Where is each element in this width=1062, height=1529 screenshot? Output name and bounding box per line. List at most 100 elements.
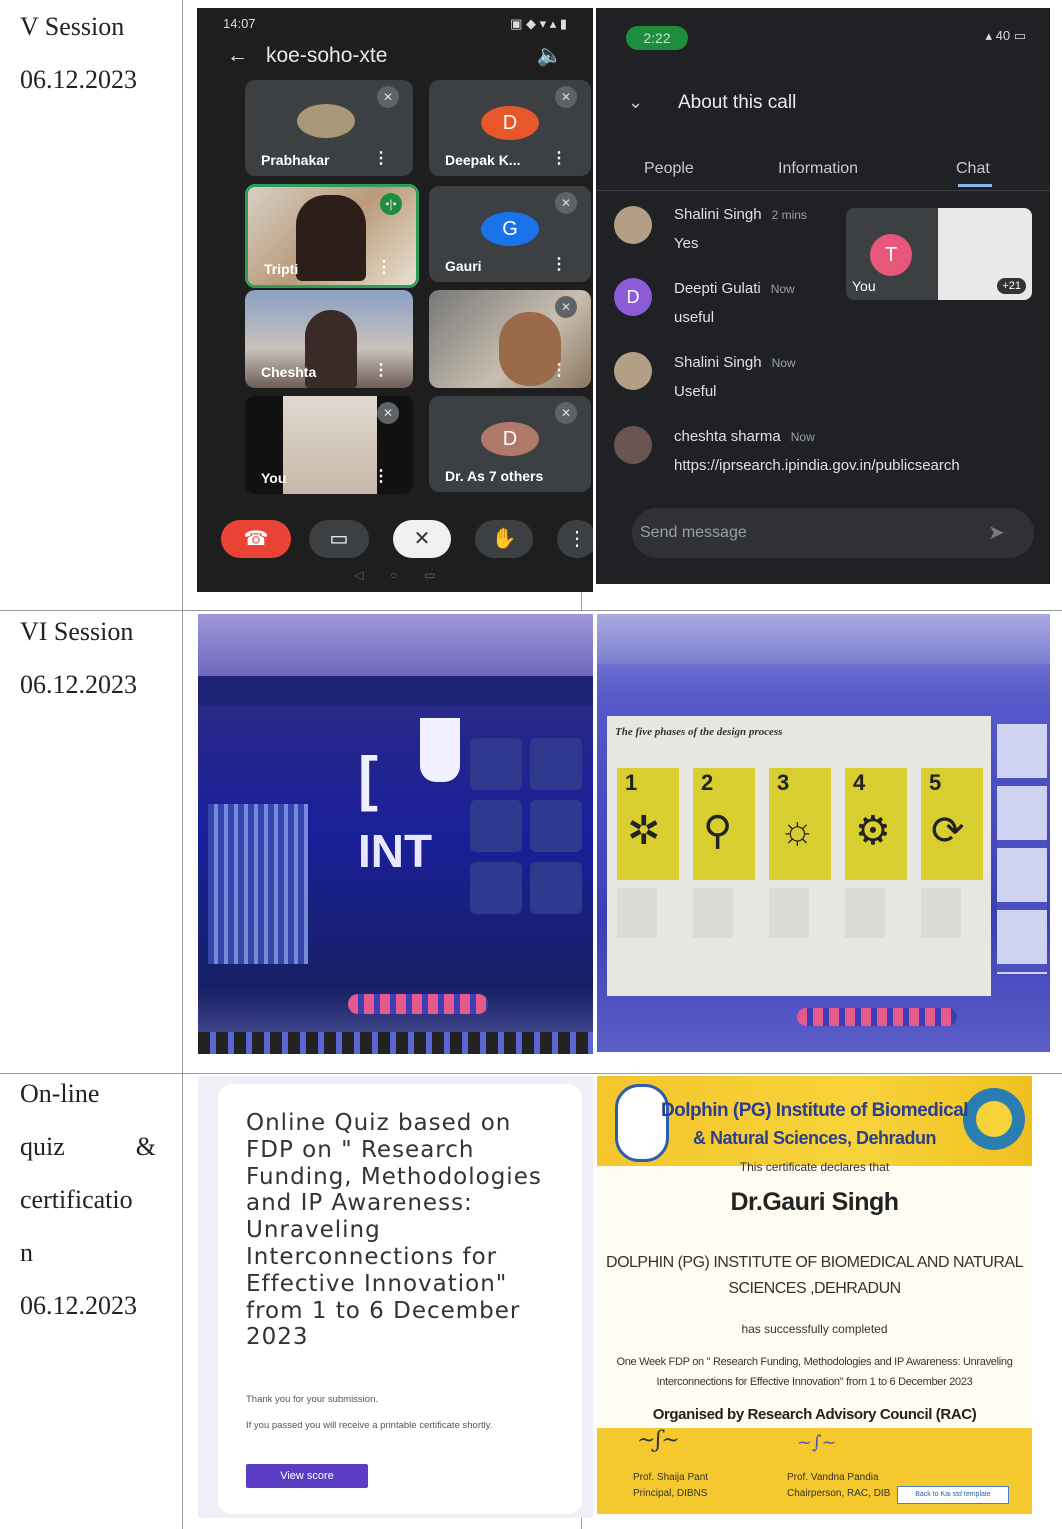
participant-name: Tripti [264,261,299,277]
slide-title: The five phases of the design process [615,726,783,738]
participant-tile[interactable]: Cheshta ⋮ [245,290,413,388]
institute-name: Dolphin (PG) Institute of Biomedical [660,1100,969,1121]
browser-toolbar [597,614,1050,664]
more-options-icon: ⋮ [373,150,389,167]
self-label: You [852,278,876,294]
phase-card: 4 ⚙ [845,768,907,880]
phase-card: 1 ✲ [617,768,679,880]
camera-toggle-button[interactable]: ▭ [309,520,369,558]
more-options-button[interactable]: ⋮ [557,520,593,558]
mic-off-icon: ✕ [377,402,399,424]
panel-heading: About this call [678,92,797,113]
divider [596,190,1050,191]
search-icon: ⚲ [703,809,733,853]
view-score-button[interactable]: View score [246,1464,368,1488]
participant-name: Cheshta [261,364,317,380]
quiz-note: If you passed you will receive a printab… [246,1420,493,1431]
avatar: D [481,422,539,456]
send-message-input[interactable]: Send message [632,508,1034,558]
participant-strip [997,724,1047,974]
sender: Deepti Gulati [674,280,761,297]
mic-off-icon: ✕ [555,402,577,424]
session-photo-right: The five phases of the design process 1 ✲… [597,614,1050,1052]
presentation-slide: The five phases of the design process 1 ✲… [607,716,991,996]
signatory-left: Prof. Shaija Pant Principal, DIBNS [633,1472,709,1499]
chat-message: Shalini Singh 2 mins Yes [674,206,807,252]
speaker-icon[interactable]: 🔈 [537,44,563,68]
meeting-controls [348,994,488,1014]
time: Now [770,282,795,296]
participant-tile[interactable]: ✕ Prabhakar ⋮ [245,80,413,176]
avatar [614,352,652,390]
overflow-count: +21 [997,278,1026,294]
participant-tile[interactable]: •|• Tripti ⋮ [245,184,419,288]
session-photo-left: [ INT [198,614,593,1054]
lightbulb-icon: ☼ [779,808,816,852]
status-signal: ▴ 40 ▭ [985,28,1026,43]
participant-tile[interactable]: D ✕ Dr. As 7 others [429,396,591,492]
chat-message: cheshta sharma Now https://iprsearch.ipind… [674,428,960,474]
mic-off-icon: ✕ [555,296,577,318]
more-options-icon: ⋮ [376,259,392,276]
program-title: One Week FDP on " Research Funding, Meth… [616,1356,1013,1368]
active-tab-indicator [958,184,992,187]
session-date: 06.12.2023 [20,1291,137,1320]
institute-location: & Natural Sciences, Dehradun [692,1128,937,1148]
certificate-declares: This certificate declares that [739,1160,890,1174]
participant-tile[interactable]: ✕ You ⋮ [245,396,413,494]
chevron-down-icon[interactable]: ⌄ [628,92,643,113]
sender: cheshta sharma [674,428,781,445]
more-options-icon: ⋮ [551,150,567,167]
meeting-topbar [198,676,593,706]
certificate-image: Dolphin (PG) Institute of Biomedical & N… [597,1076,1032,1514]
more-options-icon: ⋮ [551,256,567,273]
bug-icon: ✲ [627,809,661,853]
quiz-label-line: certificatio [20,1185,133,1214]
template-badge[interactable]: Back to Kai std template [897,1486,1009,1504]
row-label-session-vi: VI Session 06.12.2023 [20,605,137,711]
participant-name: Gauri [445,258,482,274]
video-shape [420,718,460,782]
video-person [296,195,366,281]
browser-toolbar [198,614,593,676]
raise-hand-button[interactable]: ✋ [475,520,533,558]
tab-chat[interactable]: Chat [956,160,990,178]
quiz-label-line: quiz [20,1132,65,1161]
participant-tile[interactable]: D ✕ Deepak K... ⋮ [429,80,591,176]
more-options-icon: ⋮ [551,362,567,379]
end-call-button[interactable]: ☎ [221,520,291,558]
status-time-pill: 2:22 [626,26,688,50]
column-divider [182,0,183,1529]
signature-left: ~ʃ~ [637,1428,680,1453]
session-title: VI Session [20,617,134,646]
avatar [614,426,652,464]
participant-strip [470,738,590,938]
refresh-icon: ⟳ [931,809,965,853]
session-title: V Session [20,12,125,41]
mic-toggle-button[interactable]: ✕ [393,520,451,558]
tab-information[interactable]: Information [778,160,858,178]
meeting-code: koe-soho-xte [266,44,388,67]
back-arrow-icon[interactable]: ← [227,44,248,68]
column-divider-minor [581,590,582,610]
time: 2 mins [771,208,807,222]
android-nav-bar: ◁ ○ ▭ [354,568,436,582]
send-icon[interactable]: ➤ [988,520,1005,545]
participant-tile[interactable]: ✕ ⋮ [429,290,591,388]
participant-name: Prabhakar [261,152,330,168]
participant-tile[interactable]: G ✕ Gauri ⋮ [429,186,591,282]
avatar: D [481,106,539,140]
quiz-title: Online Quiz based on FDP on " Research F… [246,1110,542,1351]
meet-grid-screenshot: 14:07 ▣ ◆ ▾ ▴ ▮ ← koe-soho-xte 🔈 ✕ Prabha… [197,8,593,592]
video-self [283,396,377,494]
quiz-label-line: On-line [20,1079,100,1108]
avatar [297,104,355,138]
recipient-affiliation: SCIENCES ,DEHRADUN [728,1280,901,1297]
tab-people[interactable]: People [644,160,694,178]
message-text: Useful [674,383,717,400]
video-building [208,804,308,964]
avatar: D [614,278,652,316]
message-link[interactable]: https://iprsearch.ipindia.gov.in/publics… [674,457,960,474]
phase-captions [617,888,983,938]
meeting-controls [797,1008,957,1026]
